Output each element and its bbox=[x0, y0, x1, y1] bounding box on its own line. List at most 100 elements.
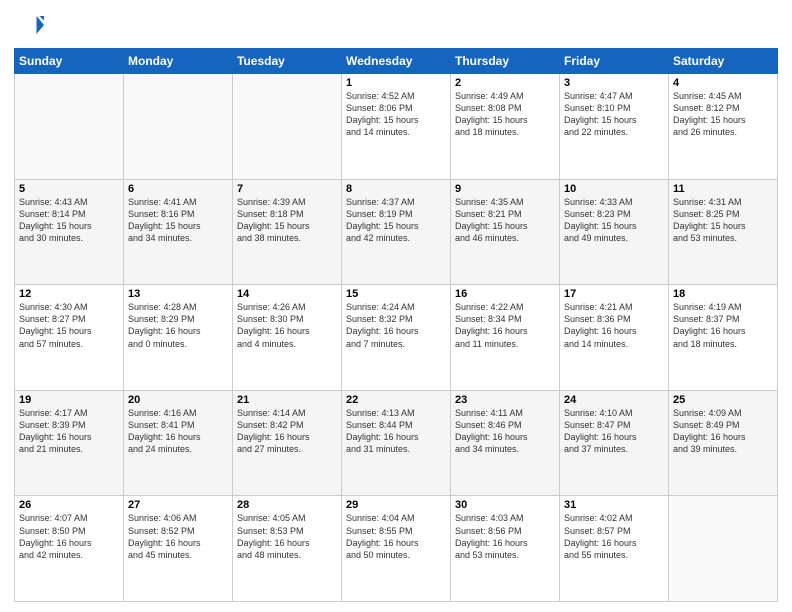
day-number: 2 bbox=[455, 77, 555, 89]
day-number: 19 bbox=[19, 394, 119, 406]
calendar-cell-4-1: 19Sunrise: 4:17 AM Sunset: 8:39 PM Dayli… bbox=[15, 390, 124, 496]
day-number: 17 bbox=[564, 288, 664, 300]
calendar-cell-4-3: 21Sunrise: 4:14 AM Sunset: 8:42 PM Dayli… bbox=[233, 390, 342, 496]
day-info: Sunrise: 4:14 AM Sunset: 8:42 PM Dayligh… bbox=[237, 407, 337, 456]
day-number: 18 bbox=[673, 288, 773, 300]
calendar-week-3: 12Sunrise: 4:30 AM Sunset: 8:27 PM Dayli… bbox=[15, 285, 778, 391]
calendar-week-2: 5Sunrise: 4:43 AM Sunset: 8:14 PM Daylig… bbox=[15, 179, 778, 285]
calendar-cell-5-1: 26Sunrise: 4:07 AM Sunset: 8:50 PM Dayli… bbox=[15, 496, 124, 602]
calendar-cell-3-7: 18Sunrise: 4:19 AM Sunset: 8:37 PM Dayli… bbox=[669, 285, 778, 391]
calendar-cell-3-4: 15Sunrise: 4:24 AM Sunset: 8:32 PM Dayli… bbox=[342, 285, 451, 391]
day-info: Sunrise: 4:09 AM Sunset: 8:49 PM Dayligh… bbox=[673, 407, 773, 456]
day-number: 26 bbox=[19, 499, 119, 511]
day-number: 4 bbox=[673, 77, 773, 89]
calendar-cell-2-6: 10Sunrise: 4:33 AM Sunset: 8:23 PM Dayli… bbox=[560, 179, 669, 285]
calendar-cell-4-2: 20Sunrise: 4:16 AM Sunset: 8:41 PM Dayli… bbox=[124, 390, 233, 496]
day-info: Sunrise: 4:16 AM Sunset: 8:41 PM Dayligh… bbox=[128, 407, 228, 456]
day-number: 31 bbox=[564, 499, 664, 511]
page: SundayMondayTuesdayWednesdayThursdayFrid… bbox=[0, 0, 792, 612]
calendar-cell-1-7: 4Sunrise: 4:45 AM Sunset: 8:12 PM Daylig… bbox=[669, 74, 778, 180]
day-header-wednesday: Wednesday bbox=[342, 49, 451, 74]
day-info: Sunrise: 4:26 AM Sunset: 8:30 PM Dayligh… bbox=[237, 301, 337, 350]
calendar-cell-4-4: 22Sunrise: 4:13 AM Sunset: 8:44 PM Dayli… bbox=[342, 390, 451, 496]
day-header-thursday: Thursday bbox=[451, 49, 560, 74]
day-number: 13 bbox=[128, 288, 228, 300]
day-number: 15 bbox=[346, 288, 446, 300]
calendar-cell-5-4: 29Sunrise: 4:04 AM Sunset: 8:55 PM Dayli… bbox=[342, 496, 451, 602]
calendar-cell-2-2: 6Sunrise: 4:41 AM Sunset: 8:16 PM Daylig… bbox=[124, 179, 233, 285]
day-header-monday: Monday bbox=[124, 49, 233, 74]
day-number: 8 bbox=[346, 183, 446, 195]
day-info: Sunrise: 4:30 AM Sunset: 8:27 PM Dayligh… bbox=[19, 301, 119, 350]
day-number: 10 bbox=[564, 183, 664, 195]
logo-icon bbox=[14, 10, 44, 40]
day-number: 1 bbox=[346, 77, 446, 89]
day-number: 23 bbox=[455, 394, 555, 406]
day-info: Sunrise: 4:19 AM Sunset: 8:37 PM Dayligh… bbox=[673, 301, 773, 350]
calendar-cell-3-6: 17Sunrise: 4:21 AM Sunset: 8:36 PM Dayli… bbox=[560, 285, 669, 391]
calendar-cell-2-5: 9Sunrise: 4:35 AM Sunset: 8:21 PM Daylig… bbox=[451, 179, 560, 285]
calendar-cell-3-5: 16Sunrise: 4:22 AM Sunset: 8:34 PM Dayli… bbox=[451, 285, 560, 391]
calendar-cell-5-3: 28Sunrise: 4:05 AM Sunset: 8:53 PM Dayli… bbox=[233, 496, 342, 602]
day-info: Sunrise: 4:52 AM Sunset: 8:06 PM Dayligh… bbox=[346, 90, 446, 139]
calendar-cell-2-7: 11Sunrise: 4:31 AM Sunset: 8:25 PM Dayli… bbox=[669, 179, 778, 285]
day-info: Sunrise: 4:07 AM Sunset: 8:50 PM Dayligh… bbox=[19, 512, 119, 561]
day-info: Sunrise: 4:41 AM Sunset: 8:16 PM Dayligh… bbox=[128, 196, 228, 245]
day-info: Sunrise: 4:33 AM Sunset: 8:23 PM Dayligh… bbox=[564, 196, 664, 245]
calendar-week-5: 26Sunrise: 4:07 AM Sunset: 8:50 PM Dayli… bbox=[15, 496, 778, 602]
day-number: 11 bbox=[673, 183, 773, 195]
calendar-cell-4-5: 23Sunrise: 4:11 AM Sunset: 8:46 PM Dayli… bbox=[451, 390, 560, 496]
day-number: 5 bbox=[19, 183, 119, 195]
day-header-saturday: Saturday bbox=[669, 49, 778, 74]
day-number: 12 bbox=[19, 288, 119, 300]
calendar-cell-4-6: 24Sunrise: 4:10 AM Sunset: 8:47 PM Dayli… bbox=[560, 390, 669, 496]
logo bbox=[14, 10, 48, 40]
day-info: Sunrise: 4:35 AM Sunset: 8:21 PM Dayligh… bbox=[455, 196, 555, 245]
day-info: Sunrise: 4:02 AM Sunset: 8:57 PM Dayligh… bbox=[564, 512, 664, 561]
day-info: Sunrise: 4:10 AM Sunset: 8:47 PM Dayligh… bbox=[564, 407, 664, 456]
calendar-cell-5-6: 31Sunrise: 4:02 AM Sunset: 8:57 PM Dayli… bbox=[560, 496, 669, 602]
calendar-cell-2-4: 8Sunrise: 4:37 AM Sunset: 8:19 PM Daylig… bbox=[342, 179, 451, 285]
calendar-cell-1-5: 2Sunrise: 4:49 AM Sunset: 8:08 PM Daylig… bbox=[451, 74, 560, 180]
day-number: 9 bbox=[455, 183, 555, 195]
calendar-cell-2-3: 7Sunrise: 4:39 AM Sunset: 8:18 PM Daylig… bbox=[233, 179, 342, 285]
day-number: 28 bbox=[237, 499, 337, 511]
calendar-cell-1-6: 3Sunrise: 4:47 AM Sunset: 8:10 PM Daylig… bbox=[560, 74, 669, 180]
day-info: Sunrise: 4:05 AM Sunset: 8:53 PM Dayligh… bbox=[237, 512, 337, 561]
day-info: Sunrise: 4:11 AM Sunset: 8:46 PM Dayligh… bbox=[455, 407, 555, 456]
day-number: 14 bbox=[237, 288, 337, 300]
day-info: Sunrise: 4:04 AM Sunset: 8:55 PM Dayligh… bbox=[346, 512, 446, 561]
day-number: 6 bbox=[128, 183, 228, 195]
day-info: Sunrise: 4:43 AM Sunset: 8:14 PM Dayligh… bbox=[19, 196, 119, 245]
day-info: Sunrise: 4:28 AM Sunset: 8:29 PM Dayligh… bbox=[128, 301, 228, 350]
day-number: 20 bbox=[128, 394, 228, 406]
day-info: Sunrise: 4:21 AM Sunset: 8:36 PM Dayligh… bbox=[564, 301, 664, 350]
day-info: Sunrise: 4:39 AM Sunset: 8:18 PM Dayligh… bbox=[237, 196, 337, 245]
calendar-table: SundayMondayTuesdayWednesdayThursdayFrid… bbox=[14, 48, 778, 602]
header bbox=[14, 10, 778, 40]
calendar-cell-1-2 bbox=[124, 74, 233, 180]
day-info: Sunrise: 4:03 AM Sunset: 8:56 PM Dayligh… bbox=[455, 512, 555, 561]
day-header-friday: Friday bbox=[560, 49, 669, 74]
calendar-cell-1-3 bbox=[233, 74, 342, 180]
day-info: Sunrise: 4:49 AM Sunset: 8:08 PM Dayligh… bbox=[455, 90, 555, 139]
day-number: 27 bbox=[128, 499, 228, 511]
calendar-cell-1-1 bbox=[15, 74, 124, 180]
calendar-cell-3-3: 14Sunrise: 4:26 AM Sunset: 8:30 PM Dayli… bbox=[233, 285, 342, 391]
calendar-cell-5-2: 27Sunrise: 4:06 AM Sunset: 8:52 PM Dayli… bbox=[124, 496, 233, 602]
calendar-cell-5-5: 30Sunrise: 4:03 AM Sunset: 8:56 PM Dayli… bbox=[451, 496, 560, 602]
day-number: 29 bbox=[346, 499, 446, 511]
day-info: Sunrise: 4:06 AM Sunset: 8:52 PM Dayligh… bbox=[128, 512, 228, 561]
calendar-cell-3-1: 12Sunrise: 4:30 AM Sunset: 8:27 PM Dayli… bbox=[15, 285, 124, 391]
day-number: 7 bbox=[237, 183, 337, 195]
day-info: Sunrise: 4:31 AM Sunset: 8:25 PM Dayligh… bbox=[673, 196, 773, 245]
day-header-tuesday: Tuesday bbox=[233, 49, 342, 74]
calendar-cell-3-2: 13Sunrise: 4:28 AM Sunset: 8:29 PM Dayli… bbox=[124, 285, 233, 391]
calendar-cell-4-7: 25Sunrise: 4:09 AM Sunset: 8:49 PM Dayli… bbox=[669, 390, 778, 496]
day-number: 24 bbox=[564, 394, 664, 406]
day-info: Sunrise: 4:13 AM Sunset: 8:44 PM Dayligh… bbox=[346, 407, 446, 456]
day-header-sunday: Sunday bbox=[15, 49, 124, 74]
calendar-cell-1-4: 1Sunrise: 4:52 AM Sunset: 8:06 PM Daylig… bbox=[342, 74, 451, 180]
day-info: Sunrise: 4:45 AM Sunset: 8:12 PM Dayligh… bbox=[673, 90, 773, 139]
day-info: Sunrise: 4:17 AM Sunset: 8:39 PM Dayligh… bbox=[19, 407, 119, 456]
